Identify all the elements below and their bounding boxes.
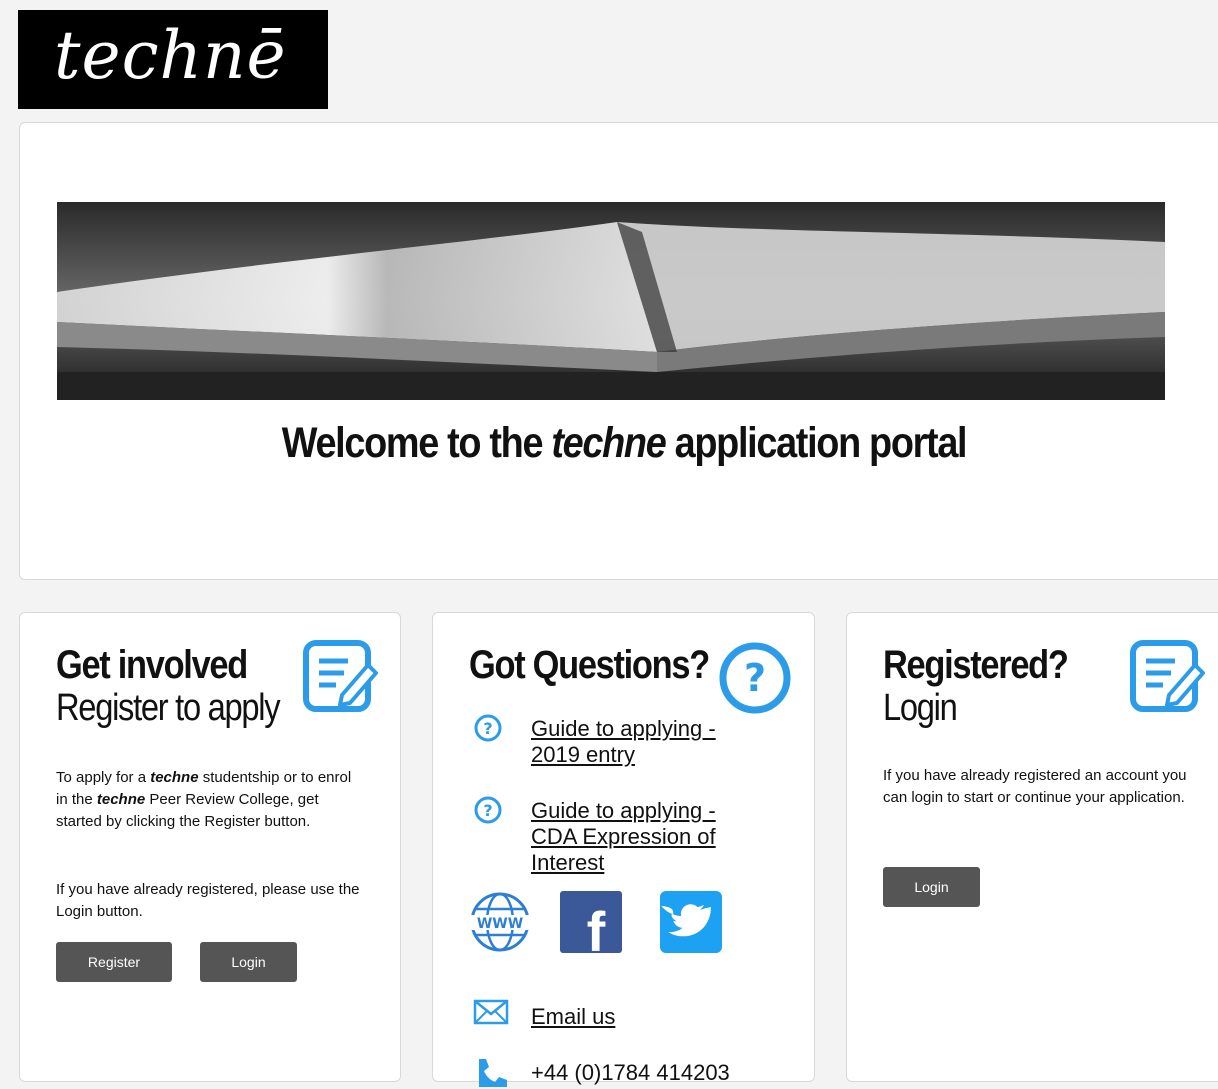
hero-card: Welcome to the techne application portal	[19, 122, 1218, 580]
login-panel-heading: Registered?	[883, 643, 1069, 687]
questions-panel-heading: Got Questions?	[469, 643, 710, 687]
svg-text:?: ?	[483, 719, 492, 738]
question-circle-icon: ?	[474, 796, 502, 824]
question-circle-icon: ?	[719, 642, 791, 714]
register-button[interactable]: Register	[56, 942, 172, 982]
login-button[interactable]: Login	[200, 942, 297, 982]
phone-number: +44 (0)1784 414203	[531, 1060, 730, 1085]
edit-document-icon	[303, 640, 378, 712]
svg-text:WWW: WWW	[477, 916, 523, 932]
open-book-banner-image	[57, 202, 1165, 400]
login-panel: Registered? Login If you have already re…	[846, 612, 1218, 1082]
twitter-icon[interactable]	[660, 891, 722, 953]
guide-cda-link[interactable]: Guide to applying - CDA Expression of In…	[531, 798, 761, 876]
phone-icon	[479, 1059, 507, 1087]
svg-text:f: f	[587, 900, 606, 953]
register-panel-subheading: Register to apply	[56, 687, 281, 729]
welcome-title: Welcome to the techne application portal	[281, 419, 968, 467]
svg-text:?: ?	[483, 801, 492, 820]
facebook-icon[interactable]: f	[560, 891, 622, 953]
register-panel-note: If you have already registered, please u…	[56, 881, 360, 920]
www-globe-icon[interactable]: WWW	[469, 891, 531, 953]
register-panel-intro: To apply for a techne studentship or to …	[56, 769, 352, 830]
techne-logo[interactable]: technē	[18, 10, 328, 109]
envelope-icon	[473, 999, 509, 1025]
register-panel: Get involved Register to apply To apply …	[19, 612, 401, 1082]
email-us-link[interactable]: Email us	[531, 1004, 615, 1030]
login-button[interactable]: Login	[883, 867, 980, 907]
register-panel-heading: Get involved	[56, 643, 248, 687]
svg-text:?: ?	[744, 656, 766, 700]
login-panel-subheading: Login	[883, 687, 958, 729]
guide-2019-entry-link[interactable]: Guide to applying - 2019 entry	[531, 716, 761, 768]
login-panel-text: If you have already registered an accoun…	[883, 767, 1187, 806]
question-circle-icon: ?	[474, 714, 502, 742]
edit-document-icon	[1130, 640, 1205, 712]
questions-panel: Got Questions? ? ? Guide to applying - 2…	[432, 612, 815, 1087]
